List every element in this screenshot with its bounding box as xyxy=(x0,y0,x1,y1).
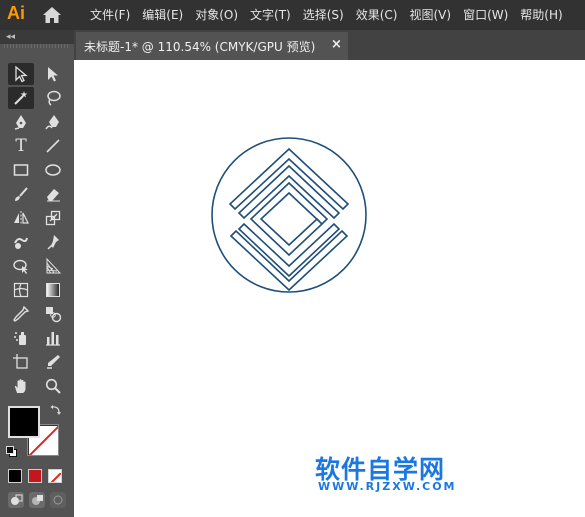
column-graph-tool-icon[interactable] xyxy=(40,327,66,349)
perspective-grid-tool-icon[interactable] xyxy=(40,255,66,277)
menu-effect[interactable]: 效果(C) xyxy=(350,0,404,30)
ellipse-tool-icon[interactable] xyxy=(40,159,66,181)
fill-swatch[interactable] xyxy=(8,406,40,438)
menu-edit[interactable]: 编辑(E) xyxy=(136,0,189,30)
home-icon[interactable] xyxy=(42,6,62,24)
slice-tool-icon[interactable] xyxy=(40,351,66,373)
china-mobile-logo[interactable] xyxy=(209,135,369,295)
draw-behind-icon[interactable] xyxy=(29,492,45,508)
app-logo: Ai xyxy=(7,3,25,23)
zoom-tool-icon[interactable] xyxy=(40,375,66,397)
eyedropper-tool-icon[interactable] xyxy=(8,303,34,325)
collapse-panel-icon[interactable]: ◂◂ xyxy=(6,31,15,43)
menu-select[interactable]: 选择(S) xyxy=(297,0,350,30)
document-tab[interactable]: 未标题-1* @ 110.54% (CMYK/GPU 预览) × xyxy=(76,32,348,60)
draw-inside-icon[interactable] xyxy=(50,492,66,508)
menu-object[interactable]: 对象(O) xyxy=(189,0,244,30)
magic-wand-tool-icon[interactable] xyxy=(8,87,34,109)
reflect-tool-icon[interactable] xyxy=(8,207,34,229)
document-tab-bar: 未标题-1* @ 110.54% (CMYK/GPU 预览) × xyxy=(74,30,585,60)
menu-help[interactable]: 帮助(H) xyxy=(514,0,568,30)
direct-selection-tool-icon[interactable] xyxy=(40,63,66,85)
scale-tool-icon[interactable] xyxy=(40,207,66,229)
menu-bar: Ai 文件(F) 编辑(E) 对象(O) 文字(T) 选择(S) 效果(C) 视… xyxy=(0,0,585,30)
panel-grip[interactable] xyxy=(4,44,70,48)
swap-fill-stroke-icon[interactable] xyxy=(50,404,62,416)
none-mode-swatch[interactable] xyxy=(48,469,62,483)
document-tab-title: 未标题-1* @ 110.54% (CMYK/GPU 预览) xyxy=(84,39,316,54)
menu-type[interactable]: 文字(T) xyxy=(244,0,297,30)
lasso-tool-icon[interactable] xyxy=(40,87,66,109)
puppet-warp-tool-icon[interactable] xyxy=(40,231,66,253)
draw-normal-icon[interactable] xyxy=(8,492,24,508)
pen-tool-icon[interactable] xyxy=(8,111,34,133)
eraser-tool-icon[interactable] xyxy=(40,183,66,205)
menu-file[interactable]: 文件(F) xyxy=(84,0,136,30)
paintbrush-tool-icon[interactable] xyxy=(8,183,34,205)
symbol-sprayer-tool-icon[interactable] xyxy=(8,327,34,349)
type-tool-icon[interactable]: T xyxy=(8,135,34,157)
type-tool-glyph: T xyxy=(15,136,27,156)
watermark-url: WWW.RJZXW.COM xyxy=(318,480,457,493)
toolbar-header: ◂◂ xyxy=(0,30,74,44)
warp-tool-icon[interactable] xyxy=(8,231,34,253)
selection-tool-icon[interactable] xyxy=(8,63,34,85)
artboard-canvas[interactable]: 软件自学网 WWW.RJZXW.COM xyxy=(74,60,585,517)
curvature-tool-icon[interactable] xyxy=(40,111,66,133)
gradient-mode-swatch[interactable] xyxy=(28,469,42,483)
color-mode-swatch[interactable] xyxy=(8,469,22,483)
tools-panel: T xyxy=(0,44,74,517)
menu-view[interactable]: 视图(V) xyxy=(403,0,457,30)
shape-builder-tool-icon[interactable] xyxy=(8,255,34,277)
rectangle-tool-icon[interactable] xyxy=(8,159,34,181)
hand-tool-icon[interactable] xyxy=(8,375,34,397)
mesh-tool-icon[interactable] xyxy=(8,279,34,301)
menu-window[interactable]: 窗口(W) xyxy=(457,0,514,30)
artboard-tool-icon[interactable] xyxy=(8,351,34,373)
main-menu: 文件(F) 编辑(E) 对象(O) 文字(T) 选择(S) 效果(C) 视图(V… xyxy=(84,0,569,30)
default-colors-icon[interactable] xyxy=(6,446,18,458)
gradient-tool-icon[interactable] xyxy=(40,279,66,301)
close-icon[interactable]: × xyxy=(331,37,342,52)
blend-tool-icon[interactable] xyxy=(40,303,66,325)
line-segment-tool-icon[interactable] xyxy=(40,135,66,157)
